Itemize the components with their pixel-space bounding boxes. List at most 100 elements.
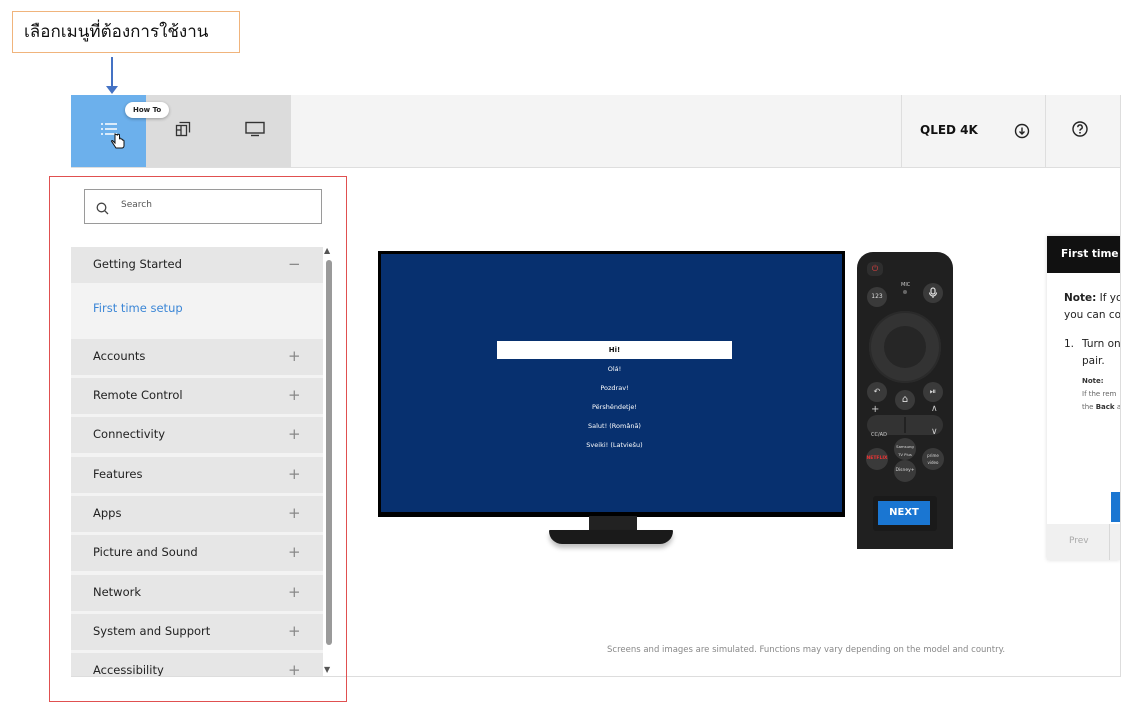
sidebar-item-label: Features bbox=[93, 467, 143, 481]
language-option: Salut! (Română) bbox=[588, 422, 641, 430]
sidebar-item-label: Accounts bbox=[93, 349, 146, 363]
guide-panel: First time s Note: If you you can con 1.… bbox=[1047, 236, 1120, 560]
scroll-down-arrow-icon[interactable]: ▼ bbox=[324, 666, 330, 674]
sidebar-item-remote-control[interactable]: Remote Control + bbox=[71, 378, 323, 414]
prev-button[interactable]: Prev bbox=[1069, 536, 1089, 546]
hand-cursor-icon bbox=[111, 133, 125, 155]
sidebar-item-accessibility[interactable]: Accessibility + bbox=[71, 653, 323, 676]
sidebar-item-getting-started[interactable]: Getting Started − bbox=[71, 247, 323, 283]
sidebar-item-network[interactable]: Network + bbox=[71, 575, 323, 611]
sidebar-item-picture-and-sound[interactable]: Picture and Sound + bbox=[71, 535, 323, 571]
sidebar-subitem-first-time-setup[interactable]: First time setup bbox=[93, 301, 183, 315]
download-circle-icon[interactable] bbox=[1014, 123, 1030, 143]
home-icon: ⌂ bbox=[895, 390, 915, 410]
sidebar-item-features[interactable]: Features + bbox=[71, 457, 323, 493]
guide-step-number: 1. bbox=[1064, 338, 1075, 350]
sidebar-item-label: Picture and Sound bbox=[93, 545, 198, 559]
tv-illustration: Hi! Olá! Pozdrav! Përshëndetje! Salut! (… bbox=[378, 251, 845, 517]
sidebar-item-apps[interactable]: Apps + bbox=[71, 496, 323, 532]
sidebar-menu: Getting Started − First time setup Accou… bbox=[71, 247, 323, 676]
channel-up-label: ∧ bbox=[931, 404, 938, 414]
layout-icon bbox=[175, 121, 191, 141]
sidebar-item-connectivity[interactable]: Connectivity + bbox=[71, 417, 323, 453]
tv-stand-base bbox=[549, 530, 673, 544]
sidebar-item-system-and-support[interactable]: System and Support + bbox=[71, 614, 323, 650]
mic-label: MIC bbox=[901, 282, 911, 288]
guide-note-line1: If you bbox=[1099, 292, 1120, 304]
channel-down-label: ∨ bbox=[931, 427, 938, 437]
volume-plus-label: + bbox=[871, 404, 880, 415]
guide-note-bold: Note: bbox=[1064, 292, 1097, 304]
dpad-ring bbox=[869, 311, 941, 383]
search-placeholder: Search bbox=[121, 200, 152, 210]
prime-video-button-icon: prime video bbox=[922, 448, 944, 470]
expand-plus-icon[interactable]: + bbox=[288, 622, 301, 640]
guide-small-line1: If the rem bbox=[1082, 390, 1117, 398]
model-label: QLED 4K bbox=[920, 123, 978, 137]
guide-small-back: Back bbox=[1095, 403, 1115, 411]
sidebar-item-accounts[interactable]: Accounts + bbox=[71, 339, 323, 375]
expand-plus-icon[interactable]: + bbox=[288, 504, 301, 522]
language-option: Olá! bbox=[607, 365, 622, 373]
guide-note: Note: If you bbox=[1064, 292, 1120, 304]
remote-illustration: ⏻ 123 MIC ↶ ⌂ ⏯ + ∧ CC/AD ∨ NETFLIX Sams… bbox=[857, 252, 953, 549]
next-button-frame: NEXT bbox=[873, 496, 937, 531]
sidebar-item-label: Network bbox=[93, 585, 142, 599]
tv-icon bbox=[245, 121, 265, 141]
tab-tv[interactable] bbox=[219, 95, 291, 167]
instruction-callout: เลือกเมนูที่ต้องการใช้งาน bbox=[12, 11, 240, 53]
sidebar-item-label: Remote Control bbox=[93, 388, 183, 402]
guide-small-tail: a bbox=[1115, 403, 1120, 411]
sidebar-item-label: System and Support bbox=[93, 624, 211, 638]
disclaimer-text: Screens and images are simulated. Functi… bbox=[607, 645, 1006, 655]
expand-plus-icon[interactable]: + bbox=[288, 425, 301, 443]
expand-plus-icon[interactable]: + bbox=[288, 583, 301, 601]
sidebar-item-label: Getting Started bbox=[93, 257, 182, 271]
expand-plus-icon[interactable]: + bbox=[288, 661, 301, 676]
samsung-tv-plus-button-icon: Samsung TV Plus bbox=[894, 438, 916, 460]
dpad-center bbox=[884, 326, 926, 368]
help-circle-icon[interactable] bbox=[1071, 120, 1089, 142]
sidebar-item-label: Connectivity bbox=[93, 427, 166, 441]
sidebar-item-label: Accessibility bbox=[93, 663, 164, 676]
language-option: Pozdrav! bbox=[600, 384, 629, 392]
rocker-divider bbox=[904, 417, 906, 433]
footer-divider bbox=[1109, 524, 1110, 560]
callout-arrowhead-icon bbox=[106, 86, 118, 94]
expand-plus-icon[interactable]: + bbox=[288, 386, 301, 404]
how-to-tooltip: How To bbox=[125, 102, 170, 118]
callout-arrow bbox=[111, 57, 113, 87]
next-button: NEXT bbox=[878, 501, 930, 525]
guide-step-line1: Turn on bbox=[1082, 338, 1120, 350]
play-pause-icon: ⏯ bbox=[923, 382, 943, 402]
search-input[interactable]: Search bbox=[84, 189, 322, 224]
back-icon: ↶ bbox=[867, 382, 887, 402]
guide-small-line2: the Back a bbox=[1082, 403, 1120, 411]
language-option: Përshëndetje! bbox=[591, 403, 638, 411]
collapse-minus-icon[interactable]: − bbox=[288, 255, 301, 273]
language-option: Sveiki! (Latviešu) bbox=[586, 441, 643, 449]
netflix-button-icon: NETFLIX bbox=[866, 448, 888, 470]
language-option-selected: Hi! bbox=[497, 341, 732, 359]
guide-title: First time s bbox=[1047, 236, 1120, 273]
microphone-icon bbox=[923, 283, 943, 303]
search-icon bbox=[96, 200, 109, 219]
guide-note-line2: you can con bbox=[1064, 309, 1120, 321]
app-frame: How To QLED 4K Search Getting Started − … bbox=[71, 95, 1121, 677]
tv-screen-panel: Hi! Olá! Pozdrav! Përshëndetje! Salut! (… bbox=[381, 254, 842, 512]
mic-dot bbox=[903, 290, 907, 294]
expand-plus-icon[interactable]: + bbox=[288, 347, 301, 365]
disney-plus-button-icon: Disney+ bbox=[894, 460, 916, 482]
expand-plus-icon[interactable]: + bbox=[288, 543, 301, 561]
number-button-icon: 123 bbox=[867, 287, 887, 307]
expand-plus-icon[interactable]: + bbox=[288, 465, 301, 483]
model-selector[interactable]: QLED 4K bbox=[901, 95, 1046, 167]
sidebar-item-label: Apps bbox=[93, 506, 122, 520]
cc-label: CC/AD bbox=[871, 432, 887, 438]
guide-next-button[interactable] bbox=[1111, 492, 1120, 522]
guide-small-note: Note: bbox=[1082, 377, 1104, 385]
sidebar-scrollbar-thumb[interactable] bbox=[326, 260, 332, 645]
scroll-up-arrow-icon[interactable]: ▲ bbox=[324, 247, 330, 255]
guide-step-line2: pair. bbox=[1082, 355, 1105, 367]
top-toolbar: How To QLED 4K bbox=[71, 95, 1120, 168]
